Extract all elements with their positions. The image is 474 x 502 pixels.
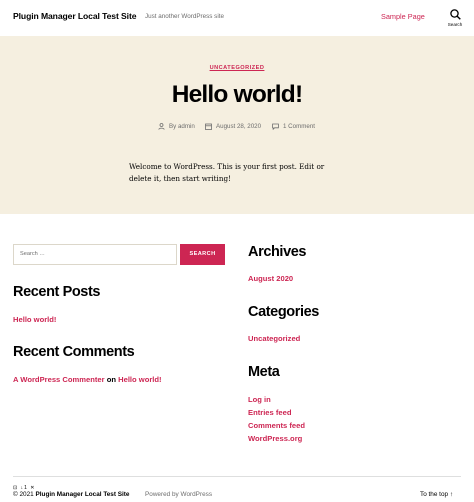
comment-on-label: on <box>106 375 116 384</box>
search-submit-button[interactable]: SEARCH <box>180 244 225 265</box>
recent-comment-item: A WordPress Commenter on Hello world! <box>13 375 162 384</box>
post-date[interactable]: August 28, 2020 <box>205 123 261 130</box>
search-input[interactable]: Search … <box>13 244 177 265</box>
meta-title: Meta <box>248 364 280 380</box>
footer-divider <box>13 476 461 477</box>
comment-icon <box>272 123 279 130</box>
search-toggle-label: Search <box>447 22 463 27</box>
search-toggle-button[interactable]: Search <box>443 9 467 33</box>
post-author-label: By admin <box>169 123 195 130</box>
post-date-label: August 28, 2020 <box>216 123 262 130</box>
post-author[interactable]: By admin <box>158 123 195 130</box>
meta-entries-feed-link[interactable]: Entries feed <box>248 408 291 417</box>
categories-title: Categories <box>248 304 319 320</box>
site-header: Plugin Manager Local Test Site Just anot… <box>0 0 474 36</box>
post-comments-label: 1 Comment <box>283 123 315 130</box>
powered-by-link[interactable]: Powered by WordPress <box>145 491 212 498</box>
archives-title: Archives <box>248 244 307 260</box>
nav-link-sample-page[interactable]: Sample Page <box>381 12 425 21</box>
recent-posts-title: Recent Posts <box>13 284 101 300</box>
category-link[interactable]: Uncategorized <box>248 334 300 343</box>
site-description: Just another WordPress site <box>145 13 224 20</box>
footer-site-link[interactable]: Plugin Manager Local Test Site <box>36 491 130 498</box>
calendar-icon <box>205 123 212 130</box>
archive-link[interactable]: August 2020 <box>248 274 293 283</box>
site-title[interactable]: Plugin Manager Local Test Site <box>13 11 136 21</box>
meta-login-link[interactable]: Log in <box>248 395 271 404</box>
meta-wordpress-org-link[interactable]: WordPress.org <box>248 434 302 443</box>
footer-copyright: © 2021 Plugin Manager Local Test Site <box>13 491 129 498</box>
copyright-year: 2021 <box>19 491 34 498</box>
post-category-link[interactable]: UNCATEGORIZED <box>0 65 474 71</box>
comment-author-link[interactable]: A WordPress Commenter <box>13 375 105 384</box>
comment-post-link[interactable]: Hello world! <box>118 375 161 384</box>
to-the-top-link[interactable]: To the top ↑ <box>420 491 453 498</box>
copyright-symbol: © <box>13 491 18 498</box>
post-content: Welcome to WordPress. This is your first… <box>129 162 325 184</box>
post-comments[interactable]: 1 Comment <box>272 123 315 130</box>
meta-comments-feed-link[interactable]: Comments feed <box>248 421 305 430</box>
recent-post-link[interactable]: Hello world! <box>13 315 56 324</box>
post-title: Hello world! <box>171 81 303 108</box>
post-hero: UNCATEGORIZED Hello world! By admin Augu… <box>0 36 474 214</box>
recent-comments-title: Recent Comments <box>13 344 135 360</box>
user-icon <box>158 123 165 130</box>
search-icon <box>449 9 461 20</box>
